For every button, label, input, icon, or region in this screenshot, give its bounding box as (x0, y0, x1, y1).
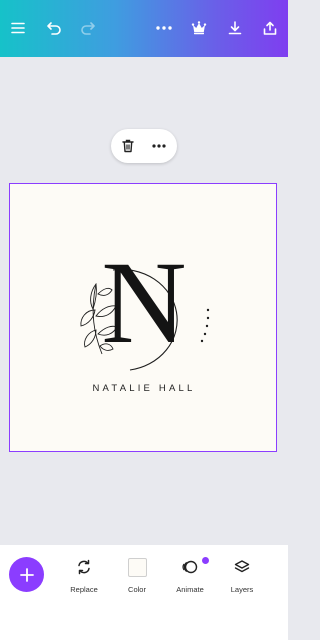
redo-icon[interactable] (77, 17, 99, 39)
trash-icon[interactable] (118, 136, 138, 156)
element-context-menu (111, 129, 177, 163)
more-icon[interactable] (153, 17, 175, 39)
download-icon[interactable] (224, 17, 246, 39)
color-swatch-icon (112, 556, 162, 578)
add-button[interactable] (9, 557, 44, 592)
color-label: Color (128, 585, 146, 594)
top-toolbar (0, 0, 288, 57)
replace-label: Replace (70, 585, 98, 594)
replace-icon (59, 556, 109, 578)
monogram-letter: N (101, 237, 187, 368)
crown-icon[interactable] (188, 17, 210, 39)
layers-icon (217, 556, 267, 578)
more-icon[interactable] (149, 136, 169, 156)
plus-icon (19, 567, 34, 582)
animate-label: Animate (176, 585, 204, 594)
design-canvas[interactable]: N NATALIE HALL (9, 183, 277, 452)
replace-button[interactable]: Replace (59, 556, 109, 594)
share-icon[interactable] (259, 17, 281, 39)
layers-button[interactable]: Layers (217, 556, 267, 594)
menu-icon[interactable] (7, 17, 29, 39)
brand-name-text: NATALIE HALL (92, 383, 196, 394)
layers-label: Layers (230, 585, 254, 594)
new-badge-dot (202, 557, 209, 564)
color-button[interactable]: Color (112, 556, 162, 594)
undo-icon[interactable] (43, 17, 65, 39)
